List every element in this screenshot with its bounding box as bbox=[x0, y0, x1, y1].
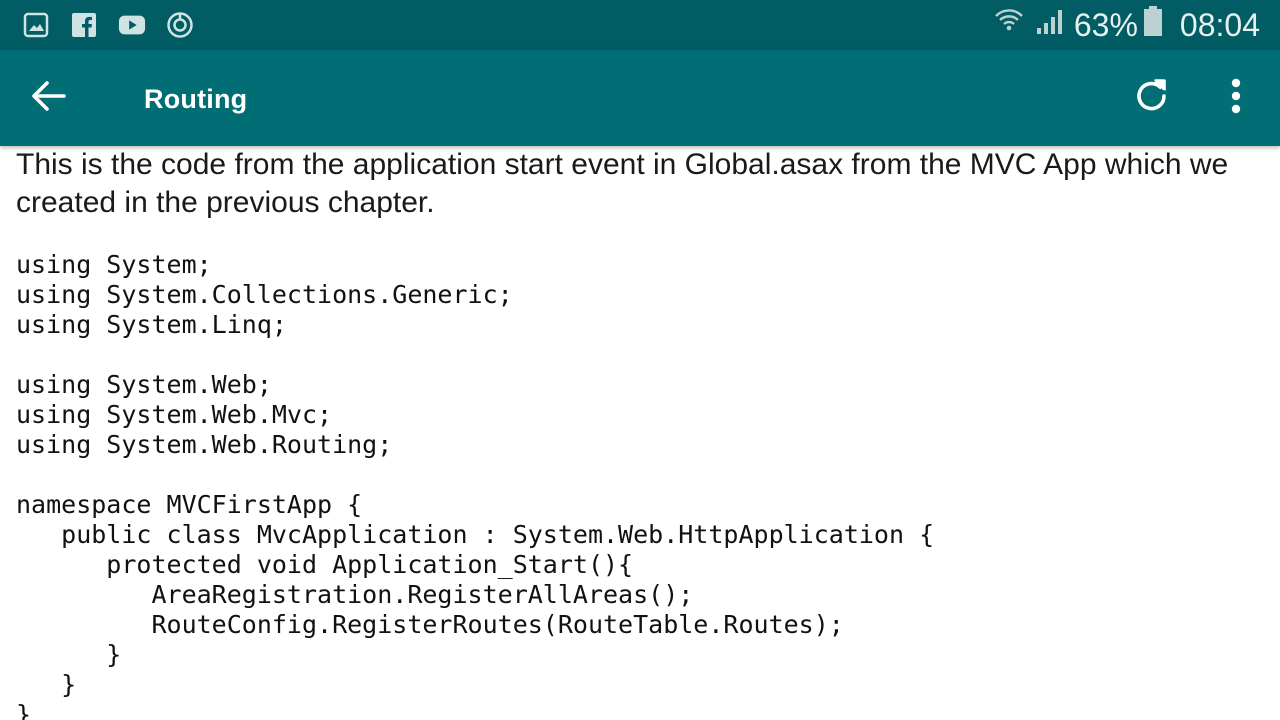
page-title: Routing bbox=[144, 83, 248, 114]
back-button[interactable] bbox=[22, 74, 74, 122]
arrow-left-icon bbox=[30, 80, 66, 117]
code-line: namespace MVCFirstApp { bbox=[16, 490, 363, 519]
notification-icons bbox=[22, 11, 194, 39]
code-line: public class MvcApplication : System.Web… bbox=[16, 520, 935, 549]
youtube-icon bbox=[118, 11, 146, 39]
gallery-icon bbox=[22, 11, 50, 39]
battery-icon bbox=[1142, 5, 1164, 45]
more-vert-icon bbox=[1230, 78, 1242, 119]
signal-icon bbox=[1034, 6, 1064, 44]
battery-percent: 63% bbox=[1073, 6, 1138, 43]
intro-paragraph: This is the code from the application st… bbox=[16, 148, 1229, 219]
wifi-icon bbox=[994, 6, 1024, 44]
code-line: } bbox=[16, 640, 122, 669]
sync-icon bbox=[166, 11, 194, 39]
status-bar: 63% 08:04 bbox=[0, 0, 1280, 50]
refresh-button[interactable] bbox=[1126, 72, 1178, 124]
article-content: This is the code from the application st… bbox=[16, 146, 1266, 720]
code-line: protected void Application_Start(){ bbox=[16, 550, 634, 579]
code-line: using System.Web; bbox=[16, 370, 272, 399]
code-block: using System; using System.Collections.Ge… bbox=[16, 250, 1266, 720]
code-line: AreaRegistration.RegisterAllAreas(); bbox=[16, 580, 694, 609]
code-line: } bbox=[16, 700, 32, 720]
code-line: using System.Web.Routing; bbox=[16, 430, 393, 459]
more-options-button[interactable] bbox=[1212, 72, 1260, 124]
code-line: } bbox=[16, 670, 77, 699]
system-status: 63% 08:04 bbox=[994, 0, 1260, 50]
code-line: using System; bbox=[16, 250, 212, 279]
code-line: using System.Linq; bbox=[16, 310, 287, 339]
code-line: using System.Web.Mvc; bbox=[16, 400, 333, 429]
refresh-icon bbox=[1133, 77, 1171, 120]
code-line: RouteConfig.RegisterRoutes(RouteTable.Ro… bbox=[16, 610, 844, 639]
facebook-icon bbox=[70, 11, 98, 39]
clock: 08:04 bbox=[1179, 6, 1260, 43]
app-toolbar: Routing bbox=[0, 50, 1280, 146]
code-line: using System.Collections.Generic; bbox=[16, 280, 513, 309]
